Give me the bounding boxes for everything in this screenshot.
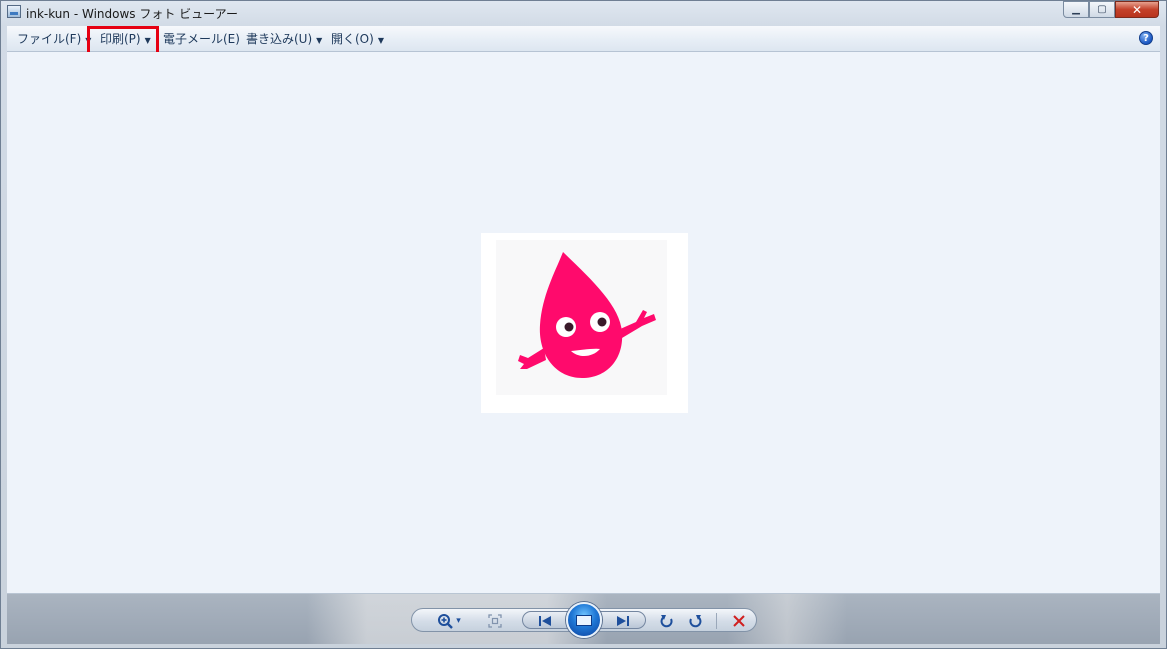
caption-buttons: ▁ ▢ ✕ [1063,1,1159,19]
menu-burn-label: 書き込み(U) [246,32,313,46]
ink-left-pupil [564,322,574,332]
ink-kun-character-image [518,252,656,378]
ink-right-pupil [597,317,607,327]
maximize-icon: ▢ [1097,4,1107,15]
menu-file-label: ファイル(F) [17,32,82,46]
delete-button[interactable] [728,612,750,630]
minimize-icon: ▁ [1072,4,1080,15]
toolbar-separator [716,613,717,629]
photo-viewer-app-icon[interactable] [7,5,21,18]
menu-open-label: 開く(O) [331,32,374,46]
maximize-button[interactable]: ▢ [1089,1,1115,18]
delete-icon [733,615,745,627]
minimize-button[interactable]: ▁ [1063,1,1089,18]
rotate-clockwise-button[interactable] [684,612,706,630]
dropdown-arrow-icon: ▼ [316,36,323,45]
slideshow-button[interactable] [566,602,602,638]
menu-email[interactable]: 電子メール(E) [163,26,240,52]
bottom-control-bar: ▾ [7,594,1160,644]
rotate-counterclockwise-icon [660,615,673,628]
menu-email-label: 電子メール(E) [163,32,240,46]
close-icon: ✕ [1131,2,1143,17]
photo-viewer-window: ink-kun - Windows フォト ビューアー ▁ ▢ ✕ ファイル(F… [0,0,1167,649]
zoom-button[interactable]: ▾ [432,612,466,630]
window-title: ink-kun - Windows フォト ビューアー [26,7,238,21]
previous-button[interactable] [534,612,556,630]
skip-next-icon [617,616,629,626]
help-icon[interactable]: ? [1139,31,1153,45]
actual-size-button[interactable] [484,612,506,630]
rotate-clockwise-icon [689,615,702,628]
next-button[interactable] [612,612,634,630]
ink-left-arm [518,348,546,369]
title-bar[interactable]: ink-kun - Windows フォト ビューアー ▁ ▢ ✕ [1,1,1166,25]
image-viewer-area[interactable] [7,52,1160,594]
zoom-dropdown-arrow-icon: ▾ [456,616,461,626]
menu-file[interactable]: ファイル(F) ▼ [17,26,91,52]
menu-bar: ファイル(F) ▼ 印刷(P) ▼ 電子メール(E) 書き込み(U) ▼ 開く(O) ▼… [7,26,1160,52]
photo-canvas [496,240,667,395]
close-button[interactable]: ✕ [1115,1,1159,18]
displayed-photo [481,233,688,413]
menu-open[interactable]: 開く(O) ▼ [331,26,384,52]
skip-previous-icon [539,616,551,626]
actual-size-icon [488,614,502,628]
slideshow-icon [576,614,592,626]
ink-drop-body [539,252,623,378]
playback-controls: ▾ [411,602,757,638]
rotate-counterclockwise-button[interactable] [656,612,678,630]
dropdown-arrow-icon: ▼ [377,36,384,45]
menu-burn[interactable]: 書き込み(U) ▼ [246,26,322,52]
magnifier-plus-icon [438,614,454,629]
ink-right-arm [618,310,656,338]
